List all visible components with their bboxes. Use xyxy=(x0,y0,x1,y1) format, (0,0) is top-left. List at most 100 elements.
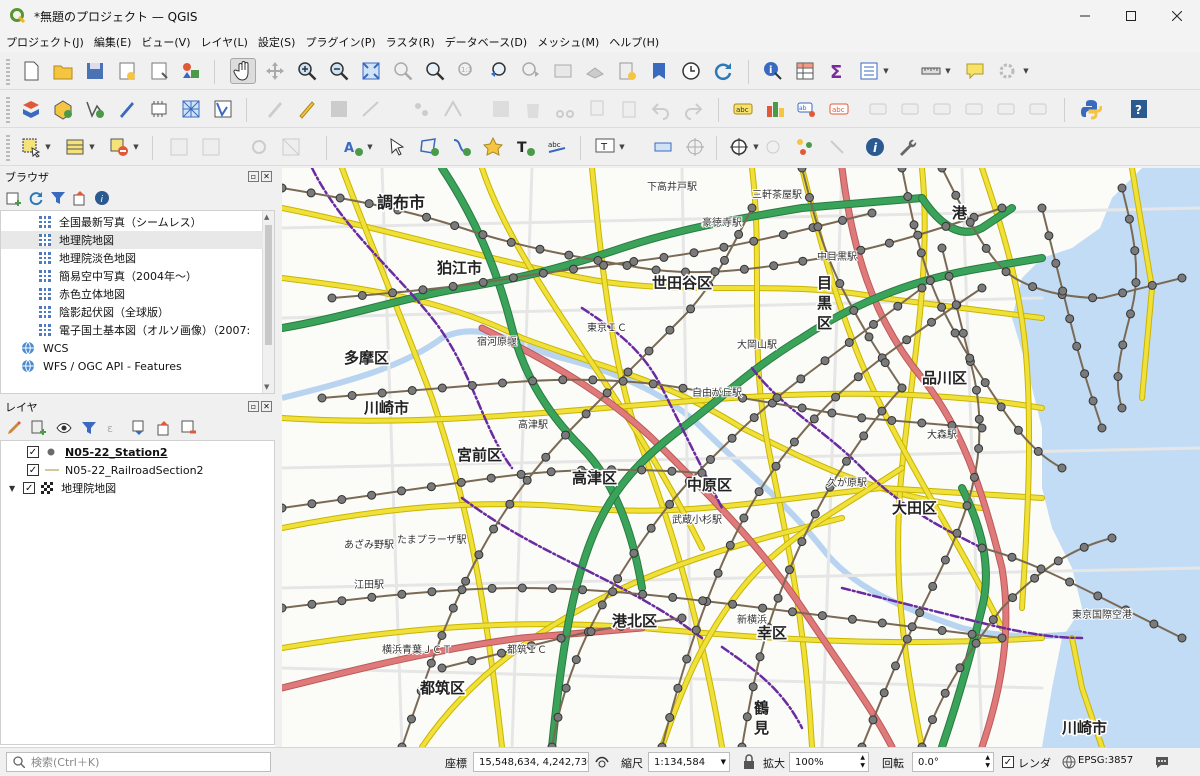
rotation-field[interactable]: 0.0° ▲ ▼ xyxy=(912,752,994,772)
new-temp-layer-icon[interactable] xyxy=(114,96,140,122)
delete-selected-icon[interactable] xyxy=(520,96,546,122)
split-features-icon[interactable] xyxy=(278,134,304,160)
table-dropdown[interactable]: ▼ xyxy=(882,58,890,84)
pin-labels-icon[interactable]: ab xyxy=(794,96,820,122)
zoom-full-icon[interactable] xyxy=(358,58,384,84)
text-along-line-icon[interactable]: abc xyxy=(544,134,570,160)
close-panel-icon[interactable]: ✕ xyxy=(261,171,272,182)
gps-icon[interactable] xyxy=(760,134,786,160)
move-label-icon[interactable] xyxy=(866,96,892,122)
rotate-label-icon[interactable] xyxy=(898,96,924,122)
zoom-out-icon[interactable] xyxy=(326,58,352,84)
render-checkbox[interactable]: ✓ xyxy=(1002,756,1014,768)
select-by-expression-icon[interactable] xyxy=(62,134,88,160)
expand-arrow-icon[interactable]: ▼ xyxy=(9,484,15,493)
tools-wrench-icon[interactable] xyxy=(894,134,920,160)
filter-icon[interactable] xyxy=(50,190,66,206)
toggle-editing-icon[interactable] xyxy=(294,96,320,122)
float-panel-icon[interactable]: ▫ xyxy=(248,171,259,182)
virtual-layer-icon[interactable] xyxy=(146,96,172,122)
digitize-vertex-icon[interactable] xyxy=(82,96,108,122)
label-tool2-icon[interactable] xyxy=(994,96,1020,122)
polygon-annotation-icon[interactable] xyxy=(416,134,442,160)
magnifier-field[interactable]: 100% ▲ ▼ xyxy=(789,752,869,772)
label-abc-icon[interactable]: abc xyxy=(730,96,756,122)
map-svg[interactable]: 調布市狛江市世田谷区 目黒区港品川区多摩区川崎市宮前区高津区 中原区大田区港北区幸区… xyxy=(282,168,1200,747)
browser-item-wfs[interactable]: WFS / OGC API - Features xyxy=(1,357,263,375)
open-table-icon[interactable] xyxy=(856,58,882,84)
mesh-layer-icon[interactable] xyxy=(178,96,204,122)
layer-item-gsi-map[interactable]: ▼ ✓ 地理院地図 xyxy=(1,479,271,497)
filter-expression-icon[interactable]: ε xyxy=(106,420,122,436)
help-icon[interactable]: ? xyxy=(1126,96,1152,122)
layer-item-railroad[interactable]: ✓ N05-22_RailroadSection2 xyxy=(1,461,271,479)
attribute-table-icon[interactable] xyxy=(792,58,818,84)
new-geopackage-icon[interactable] xyxy=(50,96,76,122)
zoom-to-selection-icon[interactable] xyxy=(390,58,416,84)
crs-globe-icon[interactable] xyxy=(1062,755,1076,769)
star-annotation-icon[interactable] xyxy=(480,134,506,160)
menu-plugins[interactable]: プラグイン(P) xyxy=(305,34,375,50)
bookmark-new-icon[interactable] xyxy=(614,58,640,84)
close-button[interactable] xyxy=(1154,0,1200,32)
text-annotation-icon[interactable]: T xyxy=(512,134,538,160)
toolbar-grip[interactable] xyxy=(6,59,10,85)
settings-dropdown[interactable]: ▼ xyxy=(1022,58,1030,84)
browser-item[interactable]: 電子国土基本図（オルソ画像）（2007: xyxy=(1,321,263,339)
label-tool-icon[interactable] xyxy=(962,96,988,122)
crs-label[interactable]: EPSG:3857 xyxy=(1078,755,1133,766)
close-panel-icon[interactable]: ✕ xyxy=(261,401,272,412)
layer-visibility-checkbox[interactable]: ✓ xyxy=(27,446,39,458)
locator-search-input[interactable]: 検索(Ctrl＋K) xyxy=(6,752,271,772)
show-labels-icon[interactable]: abc xyxy=(826,96,852,122)
map-tips-icon[interactable] xyxy=(962,58,988,84)
about-info-icon[interactable]: i xyxy=(862,134,888,160)
zoom-last-icon[interactable] xyxy=(486,58,512,84)
browser-item-wcs[interactable]: WCS xyxy=(1,339,263,357)
refresh-icon[interactable] xyxy=(28,190,44,206)
settings-gear-icon[interactable] xyxy=(994,58,1020,84)
pan-to-selection-icon[interactable] xyxy=(262,58,288,84)
vector-tile-icon[interactable] xyxy=(210,96,236,122)
label-tool3-icon[interactable] xyxy=(1026,96,1052,122)
vertex-tool-icon[interactable] xyxy=(440,96,466,122)
collapse-all-icon[interactable] xyxy=(156,420,172,436)
layer-visibility-checkbox[interactable]: ✓ xyxy=(23,482,36,494)
save-project-icon[interactable] xyxy=(82,58,108,84)
data-source-manager-icon[interactable] xyxy=(18,96,44,122)
menu-edit[interactable]: 編集(E) xyxy=(94,34,132,50)
browser-item[interactable]: 陰影起伏図（全球版） xyxy=(1,303,263,321)
temporal-controller-icon[interactable] xyxy=(678,58,704,84)
coordinate-field[interactable]: 15,548,634, 4,242,730 xyxy=(473,752,589,772)
style-manager-icon[interactable] xyxy=(178,58,204,84)
toggle-extents-icon[interactable] xyxy=(594,754,610,770)
copy-features-icon[interactable] xyxy=(584,96,610,122)
python-console-icon[interactable] xyxy=(1078,96,1104,122)
menu-view[interactable]: ビュー(V) xyxy=(141,34,190,50)
messages-icon[interactable] xyxy=(1154,754,1170,770)
menu-raster[interactable]: ラスタ(R) xyxy=(386,34,435,50)
layout-manager-icon[interactable] xyxy=(146,58,172,84)
zoom-native-icon[interactable]: 1:1 xyxy=(454,58,480,84)
layer-styling-brush-icon[interactable] xyxy=(6,420,22,436)
save-edits-icon[interactable] xyxy=(326,96,352,122)
new-map-view-icon[interactable] xyxy=(550,58,576,84)
expression-dropdown[interactable]: ▼ xyxy=(88,134,96,160)
select-dropdown[interactable]: ▼ xyxy=(44,134,52,160)
add-layer-icon[interactable] xyxy=(6,190,22,206)
measure-distance-icon[interactable] xyxy=(650,134,676,160)
refresh-icon[interactable] xyxy=(710,58,736,84)
select-features-icon[interactable] xyxy=(18,134,44,160)
change-label-icon[interactable] xyxy=(930,96,956,122)
menu-layer[interactable]: レイヤ(L) xyxy=(200,34,247,50)
text-annotation-box-icon[interactable]: T xyxy=(592,134,618,160)
expand-all-icon[interactable] xyxy=(131,420,147,436)
menu-database[interactable]: データベース(D) xyxy=(445,34,528,50)
shape-digitize-icon[interactable] xyxy=(198,134,224,160)
new-print-layout-icon[interactable] xyxy=(114,58,140,84)
menu-mesh[interactable]: メッシュ(M) xyxy=(537,34,599,50)
deselect-dropdown[interactable]: ▼ xyxy=(132,134,140,160)
browser-item[interactable]: 地理院淡色地図 xyxy=(1,249,263,267)
show-bookmarks-icon[interactable] xyxy=(646,58,672,84)
map-canvas[interactable]: 調布市 狛江市 世田谷区目黒区港品川区 多摩区 川崎市 宮前区 高津区 中原区 大田区 港北区 幸区… xyxy=(282,168,1200,747)
